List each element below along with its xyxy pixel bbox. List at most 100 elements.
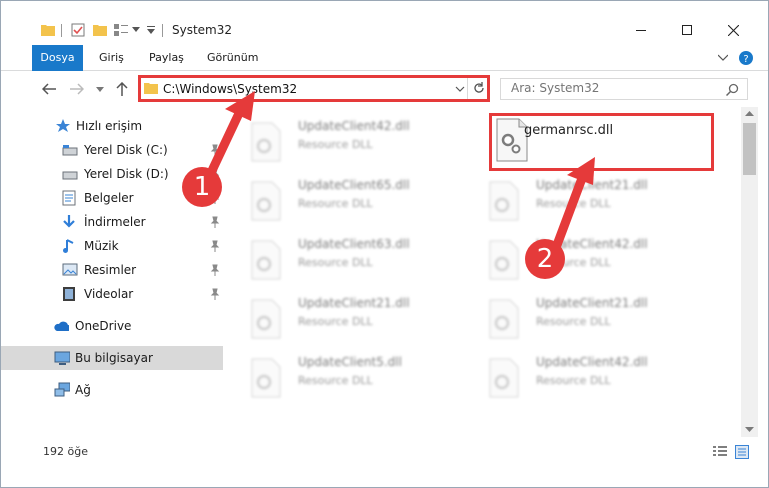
file-type: Resource DLL: [298, 374, 373, 387]
sidebar-item-label: İndirmeler: [84, 215, 146, 229]
sidebar-item-quick-access[interactable]: Hızlı erişim: [1, 114, 223, 138]
list-item[interactable]: UpdateClient42.dll Resource DLL: [464, 350, 674, 398]
navigation-pane: Hızlı erişim Yerel Disk (C:) Yerel Disk …: [1, 107, 225, 437]
file-name: UpdateClient21.dll: [298, 296, 410, 310]
sidebar-item-pictures[interactable]: Resimler: [1, 258, 223, 282]
window-bottom: [1, 467, 768, 487]
sidebar-item-label: Ağ: [75, 383, 91, 397]
sidebar-item-label: Bu bilgisayar: [75, 351, 153, 365]
download-icon: [63, 215, 75, 228]
sidebar-item-local-disk-c[interactable]: Yerel Disk (C:): [1, 138, 223, 162]
chevron-down-icon[interactable]: [453, 82, 467, 96]
pin-icon[interactable]: [209, 240, 221, 252]
tab-share[interactable]: Paylaş: [139, 45, 194, 71]
pin-icon[interactable]: [209, 288, 221, 300]
address-path: C:\Windows\System32: [163, 82, 298, 96]
maximize-button[interactable]: [664, 15, 710, 45]
scroll-up-icon[interactable]: [745, 111, 754, 117]
dll-file-icon: [489, 181, 519, 221]
customize-toolbar-icon[interactable]: [147, 26, 155, 35]
file-name: UpdateClient5.dll: [298, 355, 402, 369]
sidebar-item-network[interactable]: Ağ: [1, 378, 223, 402]
dll-file-icon: [489, 240, 519, 280]
vertical-scrollbar[interactable]: [741, 107, 758, 437]
new-folder-icon[interactable]: [93, 23, 107, 36]
sidebar-item-music[interactable]: Müzik: [1, 234, 223, 258]
divider: [162, 24, 163, 37]
close-button[interactable]: [710, 15, 756, 45]
step-badge-1: 1: [182, 167, 222, 207]
forward-button[interactable]: [67, 79, 87, 99]
list-item[interactable]: UpdateClient21.dll Resource DLL: [226, 291, 436, 339]
minimize-icon: [636, 30, 646, 31]
sidebar-item-videos[interactable]: Videolar: [1, 282, 223, 306]
list-item[interactable]: UpdateClient65.dll Resource DLL: [226, 173, 436, 221]
status-bar: 192 öğe: [1, 437, 768, 467]
sidebar-item-label: Hızlı erişim: [76, 119, 143, 133]
help-icon[interactable]: ?: [739, 51, 753, 65]
list-item[interactable]: UpdateClient5.dll Resource DLL: [226, 350, 436, 398]
tab-view[interactable]: Görünüm: [197, 45, 268, 71]
large-icons-view-icon[interactable]: [735, 445, 749, 459]
documents-icon: [62, 190, 76, 206]
computer-icon: [54, 351, 70, 365]
file-type: Resource DLL: [536, 197, 611, 210]
video-icon: [63, 287, 75, 301]
step-badge-2: 2: [525, 239, 565, 279]
sidebar-item-onedrive[interactable]: OneDrive: [1, 314, 223, 338]
properties-icon[interactable]: [71, 23, 85, 37]
sidebar-item-downloads[interactable]: İndirmeler: [1, 210, 223, 234]
dll-file-icon: [251, 181, 281, 221]
tab-file[interactable]: Dosya: [32, 45, 83, 71]
network-icon: [54, 382, 70, 397]
address-bar[interactable]: C:\Windows\System32: [138, 75, 490, 102]
sidebar-item-label: Yerel Disk (D:): [84, 167, 169, 181]
pin-icon[interactable]: [209, 264, 221, 276]
arrow-up-icon: [116, 82, 128, 96]
search-icon[interactable]: [726, 83, 739, 96]
navigation-bar: C:\Windows\System32: [1, 71, 768, 107]
scrollbar-thumb[interactable]: [743, 123, 756, 175]
list-item[interactable]: UpdateClient42.dll Resource DLL: [464, 232, 674, 280]
cloud-icon: [54, 321, 69, 331]
list-item[interactable]: UpdateClient63.dll Resource DLL: [226, 232, 436, 280]
folder-icon: [144, 83, 158, 94]
up-button[interactable]: [112, 79, 132, 99]
file-name: UpdateClient21.dll: [536, 296, 648, 310]
scroll-down-icon[interactable]: [745, 427, 754, 433]
dll-file-icon: [489, 299, 519, 339]
sidebar-item-label: Belgeler: [84, 191, 134, 205]
dll-file-icon: [251, 358, 281, 398]
list-item[interactable]: UpdateClient42.dll Resource DLL: [226, 114, 436, 162]
list-item[interactable]: UpdateClient21.dll Resource DLL: [464, 173, 674, 221]
sidebar-item-label: Resimler: [84, 263, 137, 277]
search-input[interactable]: [511, 81, 711, 95]
minimize-button[interactable]: [618, 15, 664, 45]
search-box[interactable]: [500, 78, 748, 100]
recent-locations-icon[interactable]: [96, 87, 104, 93]
chevron-down-icon[interactable]: [132, 27, 140, 33]
sidebar-item-label: Müzik: [84, 239, 119, 253]
pin-icon[interactable]: [209, 216, 221, 228]
file-name: UpdateClient21.dll: [536, 178, 648, 192]
details-view-icon[interactable]: [713, 446, 727, 458]
dll-file-icon: [489, 358, 519, 398]
highlighted-file-item[interactable]: germanrsc.dll: [489, 113, 714, 171]
sidebar-item-this-pc[interactable]: Bu bilgisayar: [1, 346, 223, 370]
view-icon[interactable]: [114, 23, 128, 36]
list-item[interactable]: UpdateClient21.dll Resource DLL: [464, 291, 674, 339]
refresh-icon[interactable]: [472, 81, 486, 95]
item-count: 192 öğe: [43, 445, 88, 458]
window-title: System32: [172, 23, 233, 37]
sidebar-item-label: Yerel Disk (C:): [84, 143, 168, 157]
tab-home[interactable]: Giriş: [89, 45, 134, 71]
expand-ribbon-icon[interactable]: [718, 54, 728, 61]
sidebar-item-label: OneDrive: [75, 319, 132, 333]
file-type: Resource DLL: [536, 315, 611, 328]
dll-file-icon: [251, 299, 281, 339]
pin-icon[interactable]: [209, 144, 221, 156]
back-button[interactable]: [39, 79, 59, 99]
file-name: UpdateClient42.dll: [536, 355, 648, 369]
arrow-left-icon: [42, 83, 56, 95]
file-name: UpdateClient42.dll: [298, 119, 410, 133]
